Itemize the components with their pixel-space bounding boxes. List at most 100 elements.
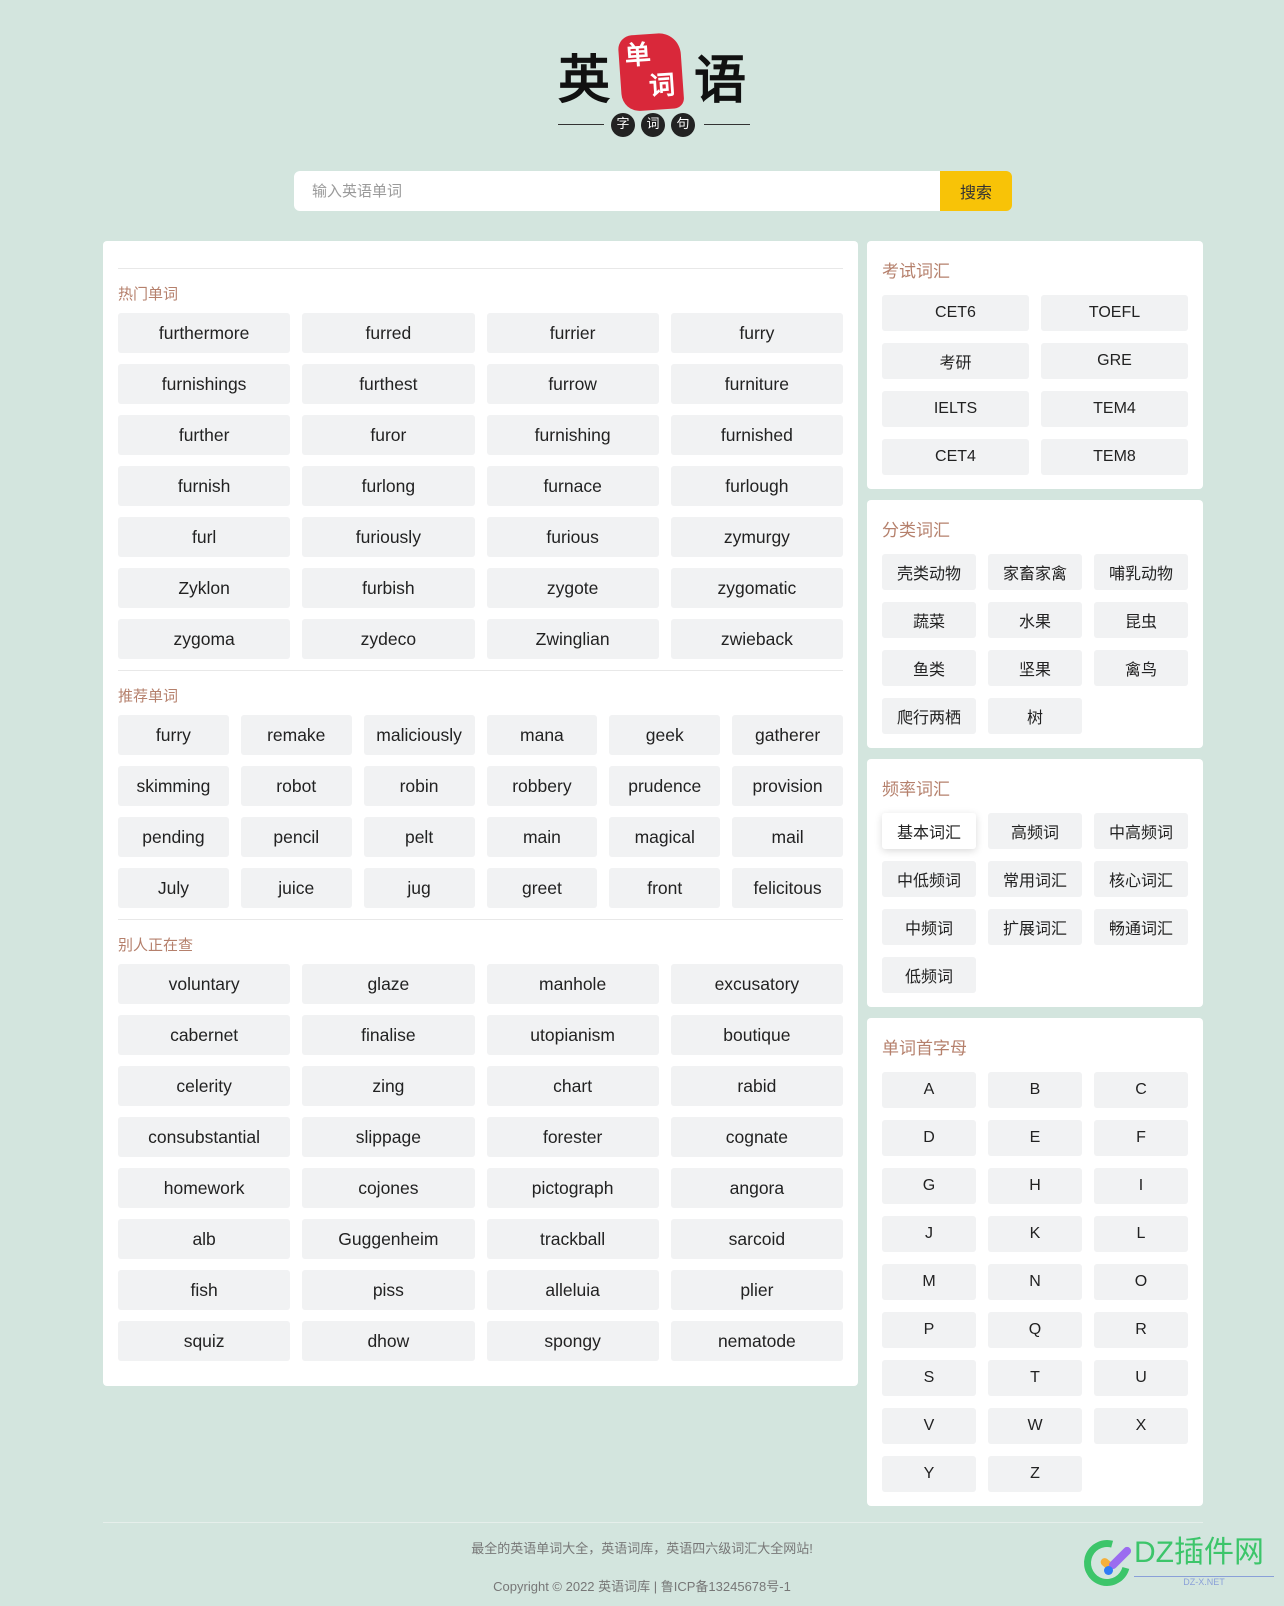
word-chip[interactable]: further [118, 415, 291, 455]
category-chip[interactable]: 昆虫 [1094, 602, 1188, 638]
frequency-chip[interactable]: 低频词 [882, 957, 976, 993]
letter-chip[interactable]: K [988, 1216, 1082, 1252]
frequency-chip[interactable]: 中频词 [882, 909, 976, 945]
word-chip[interactable]: greet [486, 868, 598, 908]
word-chip[interactable]: furlough [670, 466, 843, 506]
letter-chip[interactable]: O [1094, 1264, 1188, 1300]
category-chip[interactable]: 哺乳动物 [1094, 554, 1188, 590]
letter-chip[interactable]: A [882, 1072, 976, 1108]
word-chip[interactable]: forester [486, 1117, 659, 1157]
word-chip[interactable]: robbery [486, 766, 598, 806]
letter-chip[interactable]: X [1094, 1408, 1188, 1444]
exam-chip[interactable]: TEM4 [1041, 391, 1188, 427]
word-chip[interactable]: gatherer [732, 715, 843, 755]
letter-chip[interactable]: M [882, 1264, 976, 1300]
search-input[interactable] [294, 171, 940, 211]
word-chip[interactable]: piss [302, 1270, 475, 1310]
word-chip[interactable]: juice [240, 868, 352, 908]
frequency-chip[interactable]: 基本词汇 [882, 813, 976, 849]
frequency-chip[interactable]: 常用词汇 [988, 861, 1082, 897]
word-chip[interactable]: alb [118, 1219, 291, 1259]
word-chip[interactable]: furry [118, 715, 229, 755]
word-chip[interactable]: zymurgy [670, 517, 843, 557]
word-chip[interactable]: furnished [670, 415, 843, 455]
exam-chip[interactable]: 考研 [882, 343, 1029, 379]
word-chip[interactable]: manhole [486, 964, 659, 1004]
word-chip[interactable]: furrow [486, 364, 659, 404]
exam-chip[interactable]: IELTS [882, 391, 1029, 427]
exam-chip[interactable]: CET6 [882, 295, 1029, 331]
word-chip[interactable]: consubstantial [118, 1117, 291, 1157]
word-chip[interactable]: robot [240, 766, 352, 806]
category-chip[interactable]: 蔬菜 [882, 602, 976, 638]
word-chip[interactable]: furrier [486, 313, 659, 353]
word-chip[interactable]: Zyklon [118, 568, 291, 608]
word-chip[interactable]: furnishing [486, 415, 659, 455]
search-button[interactable]: 搜索 [940, 171, 1012, 211]
word-chip[interactable]: cabernet [118, 1015, 291, 1055]
letter-chip[interactable]: S [882, 1360, 976, 1396]
word-chip[interactable]: slippage [302, 1117, 475, 1157]
letter-chip[interactable]: D [882, 1120, 976, 1156]
word-chip[interactable]: jug [363, 868, 475, 908]
word-chip[interactable]: zwieback [670, 619, 843, 659]
word-chip[interactable]: prudence [609, 766, 721, 806]
exam-chip[interactable]: CET4 [882, 439, 1029, 475]
letter-chip[interactable]: Q [988, 1312, 1082, 1348]
word-chip[interactable]: cojones [302, 1168, 475, 1208]
word-chip[interactable]: furious [486, 517, 659, 557]
word-chip[interactable]: rabid [670, 1066, 843, 1106]
category-chip[interactable]: 禽鸟 [1094, 650, 1188, 686]
word-chip[interactable]: angora [670, 1168, 843, 1208]
letter-chip[interactable]: E [988, 1120, 1082, 1156]
word-chip[interactable]: furnishings [118, 364, 291, 404]
word-chip[interactable]: pencil [240, 817, 352, 857]
word-chip[interactable]: excusatory [670, 964, 843, 1004]
word-chip[interactable]: magical [609, 817, 721, 857]
letter-chip[interactable]: V [882, 1408, 976, 1444]
word-chip[interactable]: maliciously [363, 715, 475, 755]
frequency-chip[interactable]: 扩展词汇 [988, 909, 1082, 945]
word-chip[interactable]: skimming [118, 766, 229, 806]
letter-chip[interactable]: W [988, 1408, 1082, 1444]
word-chip[interactable]: utopianism [486, 1015, 659, 1055]
category-chip[interactable]: 水果 [988, 602, 1082, 638]
frequency-chip[interactable]: 畅通词汇 [1094, 909, 1188, 945]
word-chip[interactable]: zydeco [302, 619, 475, 659]
word-chip[interactable]: July [118, 868, 229, 908]
word-chip[interactable]: front [609, 868, 721, 908]
word-chip[interactable]: boutique [670, 1015, 843, 1055]
word-chip[interactable]: geek [609, 715, 721, 755]
word-chip[interactable]: alleluia [486, 1270, 659, 1310]
letter-chip[interactable]: J [882, 1216, 976, 1252]
word-chip[interactable]: chart [486, 1066, 659, 1106]
word-chip[interactable]: furthest [302, 364, 475, 404]
letter-chip[interactable]: F [1094, 1120, 1188, 1156]
word-chip[interactable]: nematode [670, 1321, 843, 1361]
word-chip[interactable]: celerity [118, 1066, 291, 1106]
letter-chip[interactable]: P [882, 1312, 976, 1348]
category-chip[interactable]: 壳类动物 [882, 554, 976, 590]
word-chip[interactable]: pictograph [486, 1168, 659, 1208]
word-chip[interactable]: zing [302, 1066, 475, 1106]
frequency-chip[interactable]: 高频词 [988, 813, 1082, 849]
letter-chip[interactable]: G [882, 1168, 976, 1204]
letter-chip[interactable]: L [1094, 1216, 1188, 1252]
word-chip[interactable]: voluntary [118, 964, 291, 1004]
word-chip[interactable]: furor [302, 415, 475, 455]
letter-chip[interactable]: B [988, 1072, 1082, 1108]
word-chip[interactable]: Zwinglian [486, 619, 659, 659]
word-chip[interactable]: trackball [486, 1219, 659, 1259]
word-chip[interactable]: finalise [302, 1015, 475, 1055]
exam-chip[interactable]: TOEFL [1041, 295, 1188, 331]
word-chip[interactable]: furred [302, 313, 475, 353]
category-chip[interactable]: 鱼类 [882, 650, 976, 686]
word-chip[interactable]: fish [118, 1270, 291, 1310]
word-chip[interactable]: Guggenheim [302, 1219, 475, 1259]
word-chip[interactable]: squiz [118, 1321, 291, 1361]
word-chip[interactable]: provision [732, 766, 843, 806]
word-chip[interactable]: zygote [486, 568, 659, 608]
word-chip[interactable]: glaze [302, 964, 475, 1004]
word-chip[interactable]: furlong [302, 466, 475, 506]
word-chip[interactable]: robin [363, 766, 475, 806]
